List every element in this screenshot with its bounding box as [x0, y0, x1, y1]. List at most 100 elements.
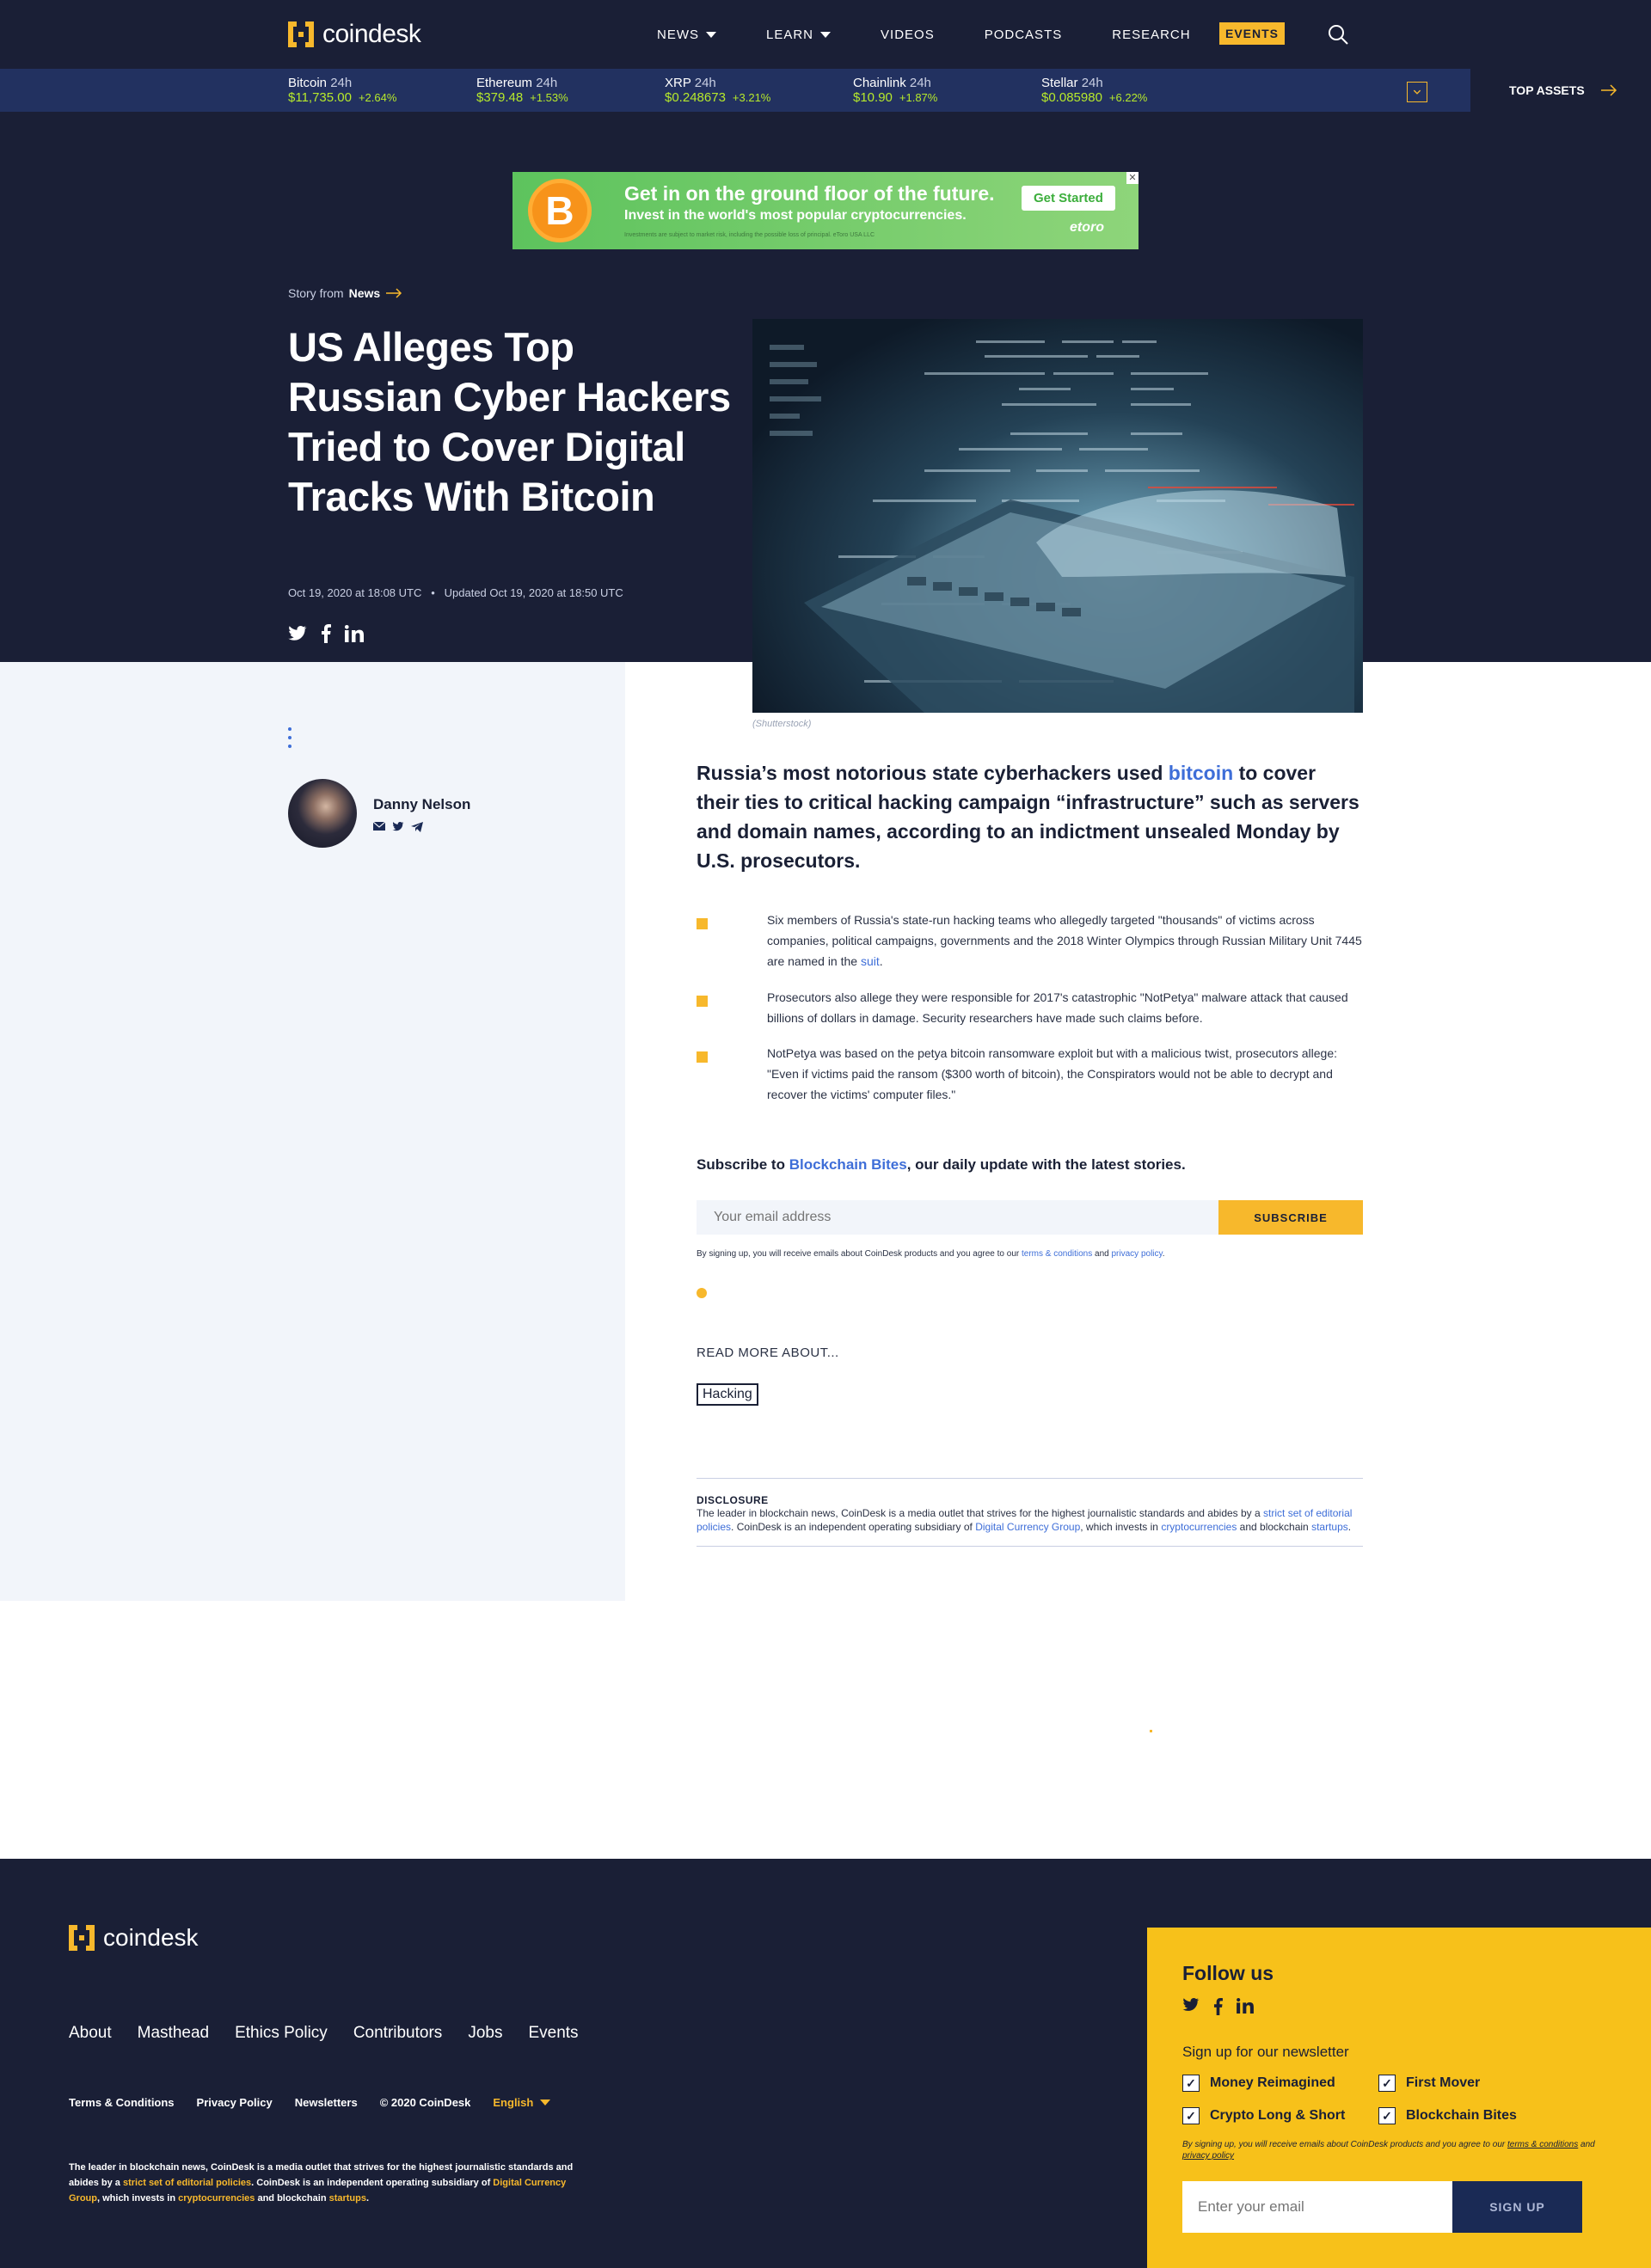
- footer-link-events[interactable]: Events: [528, 2024, 578, 2043]
- subscribe-suffix: , our daily update with the latest stori…: [906, 1156, 1186, 1173]
- coindesk-logo-icon: [288, 21, 314, 47]
- disclosure-span: The leader in blockchain news, CoinDesk …: [697, 1507, 1264, 1519]
- article-hero-image: [752, 319, 1363, 713]
- checkmark-icon: ✓: [1182, 2075, 1200, 2092]
- ad-disclaimer: Investments are subject to market risk, …: [624, 232, 875, 238]
- footer-about-span: .: [366, 2193, 370, 2204]
- terms-link[interactable]: terms & conditions: [1022, 1249, 1092, 1259]
- subscribe-button[interactable]: SUBSCRIBE: [1218, 1200, 1363, 1235]
- newsletter-checkbox-money-reimagined[interactable]: ✓ Money Reimagined: [1182, 2075, 1335, 2092]
- linkedin-icon[interactable]: [345, 625, 364, 642]
- footer-newsletters-link[interactable]: Newsletters: [295, 2096, 358, 2109]
- published-date: Oct 19, 2020 at 18:08 UTC: [288, 586, 422, 599]
- ticker-asset-change: +1.53%: [530, 91, 568, 104]
- lede-bitcoin-link[interactable]: bitcoin: [1169, 762, 1233, 784]
- footer-about-text: The leader in blockchain news, CoinDesk …: [69, 2160, 585, 2206]
- nl-privacy-link[interactable]: privacy policy: [1182, 2151, 1234, 2161]
- footer-startups-link[interactable]: startups: [329, 2193, 366, 2204]
- coindesk-logo[interactable]: coindesk: [288, 19, 421, 50]
- footer-cryptocurrencies-link[interactable]: cryptocurrencies: [178, 2193, 255, 2204]
- footer-link-contributors[interactable]: Contributors: [353, 2024, 443, 2043]
- ticker-stellar[interactable]: Stellar 24h $0.085980 +6.22%: [1041, 76, 1147, 105]
- linkedin-icon[interactable]: [1237, 1998, 1254, 2014]
- chevron-down-icon: [820, 31, 832, 38]
- nav-podcasts[interactable]: PODCASTS: [985, 28, 1063, 42]
- ticker-xrp[interactable]: XRP 24h $0.248673 +3.21%: [665, 76, 770, 105]
- ticker-bitcoin[interactable]: Bitcoin 24h $11,735.00 +2.64%: [288, 76, 396, 105]
- telegram-icon[interactable]: [411, 822, 423, 832]
- language-label: English: [493, 2096, 534, 2109]
- nl-legal-span: and: [1578, 2140, 1595, 2149]
- subscribe-email-input[interactable]: [697, 1200, 1218, 1235]
- chevron-down-icon: [706, 31, 716, 38]
- coindesk-logo-icon: [69, 1925, 95, 1951]
- newsletter-checkbox-first-mover[interactable]: ✓ First Mover: [1378, 2075, 1480, 2092]
- twitter-icon[interactable]: [392, 822, 404, 831]
- footer-link-about[interactable]: About: [69, 2024, 112, 2043]
- share-buttons: [288, 624, 364, 643]
- disclosure-text: The leader in blockchain news, CoinDesk …: [697, 1506, 1363, 1534]
- story-source-section-link[interactable]: News: [349, 286, 381, 300]
- newsletter-checkbox-blockchain-bites[interactable]: ✓ Blockchain Bites: [1378, 2107, 1517, 2124]
- blockchain-bites-link[interactable]: Blockchain Bites: [789, 1156, 907, 1173]
- nav-research[interactable]: RESEARCH: [1112, 28, 1190, 42]
- disclosure-title: DISCLOSURE: [697, 1494, 769, 1506]
- ticker-asset-change: +2.64%: [358, 91, 397, 104]
- ad-close-icon[interactable]: ✕: [1126, 172, 1139, 184]
- footer-about-span: . CoinDesk is an independent operating s…: [251, 2178, 494, 2188]
- disclosure-span: . CoinDesk is an independent operating s…: [731, 1521, 976, 1533]
- footer-link-ethics-policy[interactable]: Ethics Policy: [235, 2024, 328, 2043]
- footer-link-masthead[interactable]: Masthead: [138, 2024, 209, 2043]
- footer-terms-link[interactable]: Terms & Conditions: [69, 2096, 175, 2109]
- nav-learn[interactable]: LEARN: [766, 28, 832, 42]
- etoro-banner-ad[interactable]: B Get in on the ground floor of the futu…: [512, 172, 1139, 249]
- read-more-heading: READ MORE ABOUT...: [697, 1345, 839, 1360]
- legal-text: .: [1162, 1249, 1165, 1259]
- startups-link[interactable]: startups: [1311, 1521, 1348, 1533]
- footer-copyright: © 2020 CoinDesk: [379, 2096, 471, 2109]
- footer-editorial-policies-link[interactable]: strict set of editorial policies: [123, 2178, 251, 2188]
- more-options-icon[interactable]: [288, 727, 292, 753]
- events-button[interactable]: EVENTS: [1219, 22, 1286, 45]
- dcg-link[interactable]: Digital Currency Group: [975, 1521, 1080, 1533]
- top-assets-link[interactable]: TOP ASSETS: [1470, 69, 1651, 112]
- ad-get-started-button[interactable]: Get Started: [1022, 186, 1115, 211]
- nav-news[interactable]: NEWS: [657, 28, 716, 42]
- bitcoin-coin-icon: B: [528, 179, 592, 242]
- ticker-asset-price: $10.90: [853, 90, 893, 105]
- follow-us-heading: Follow us: [1182, 1962, 1274, 1984]
- twitter-icon[interactable]: [288, 626, 307, 641]
- ticker-chainlink[interactable]: Chainlink 24h $10.90 +1.87%: [853, 76, 937, 105]
- language-selector[interactable]: English: [493, 2096, 551, 2109]
- ticker-ethereum[interactable]: Ethereum 24h $379.48 +1.53%: [476, 76, 568, 105]
- author-name[interactable]: Danny Nelson: [373, 796, 470, 813]
- suit-link[interactable]: suit: [861, 954, 880, 968]
- footer-link-jobs[interactable]: Jobs: [468, 2024, 502, 2043]
- author-avatar[interactable]: [288, 779, 357, 848]
- nav-videos[interactable]: VIDEOS: [881, 28, 935, 42]
- nl-terms-link[interactable]: terms & conditions: [1507, 2140, 1578, 2149]
- main-nav: NEWS LEARN VIDEOS PODCASTS RESEARCH: [657, 0, 1241, 69]
- search-icon[interactable]: [1327, 23, 1349, 46]
- arrow-right-icon: [386, 288, 402, 298]
- ticker-expand-toggle[interactable]: [1407, 82, 1427, 102]
- facebook-icon[interactable]: [321, 624, 331, 643]
- footer-logo[interactable]: coindesk: [69, 1924, 199, 1952]
- footer-privacy-link[interactable]: Privacy Policy: [197, 2096, 273, 2109]
- facebook-icon[interactable]: [1213, 1998, 1223, 2015]
- newsletter-checkbox-crypto-long-short[interactable]: ✓ Crypto Long & Short: [1182, 2107, 1345, 2124]
- ticker-asset-price: $0.248673: [665, 90, 726, 105]
- twitter-icon[interactable]: [1182, 1998, 1200, 2012]
- updated-date: Updated Oct 19, 2020 at 18:50 UTC: [444, 586, 623, 599]
- cryptocurrencies-link[interactable]: cryptocurrencies: [1161, 1521, 1237, 1533]
- key-point: Prosecutors also allege they were respon…: [697, 987, 1363, 1028]
- newsletter-signup-button[interactable]: SIGN UP: [1452, 2181, 1582, 2233]
- etoro-logo: etoro: [1070, 220, 1104, 235]
- ticker-asset-change: +3.21%: [732, 91, 771, 104]
- newsletter-email-input[interactable]: [1182, 2181, 1452, 2233]
- bullet-square-icon: [697, 996, 708, 1007]
- tag-hacking[interactable]: Hacking: [697, 1383, 758, 1406]
- email-icon[interactable]: [373, 822, 385, 831]
- privacy-link[interactable]: privacy policy: [1112, 1249, 1163, 1259]
- ticker-asset-period: 24h: [694, 76, 716, 90]
